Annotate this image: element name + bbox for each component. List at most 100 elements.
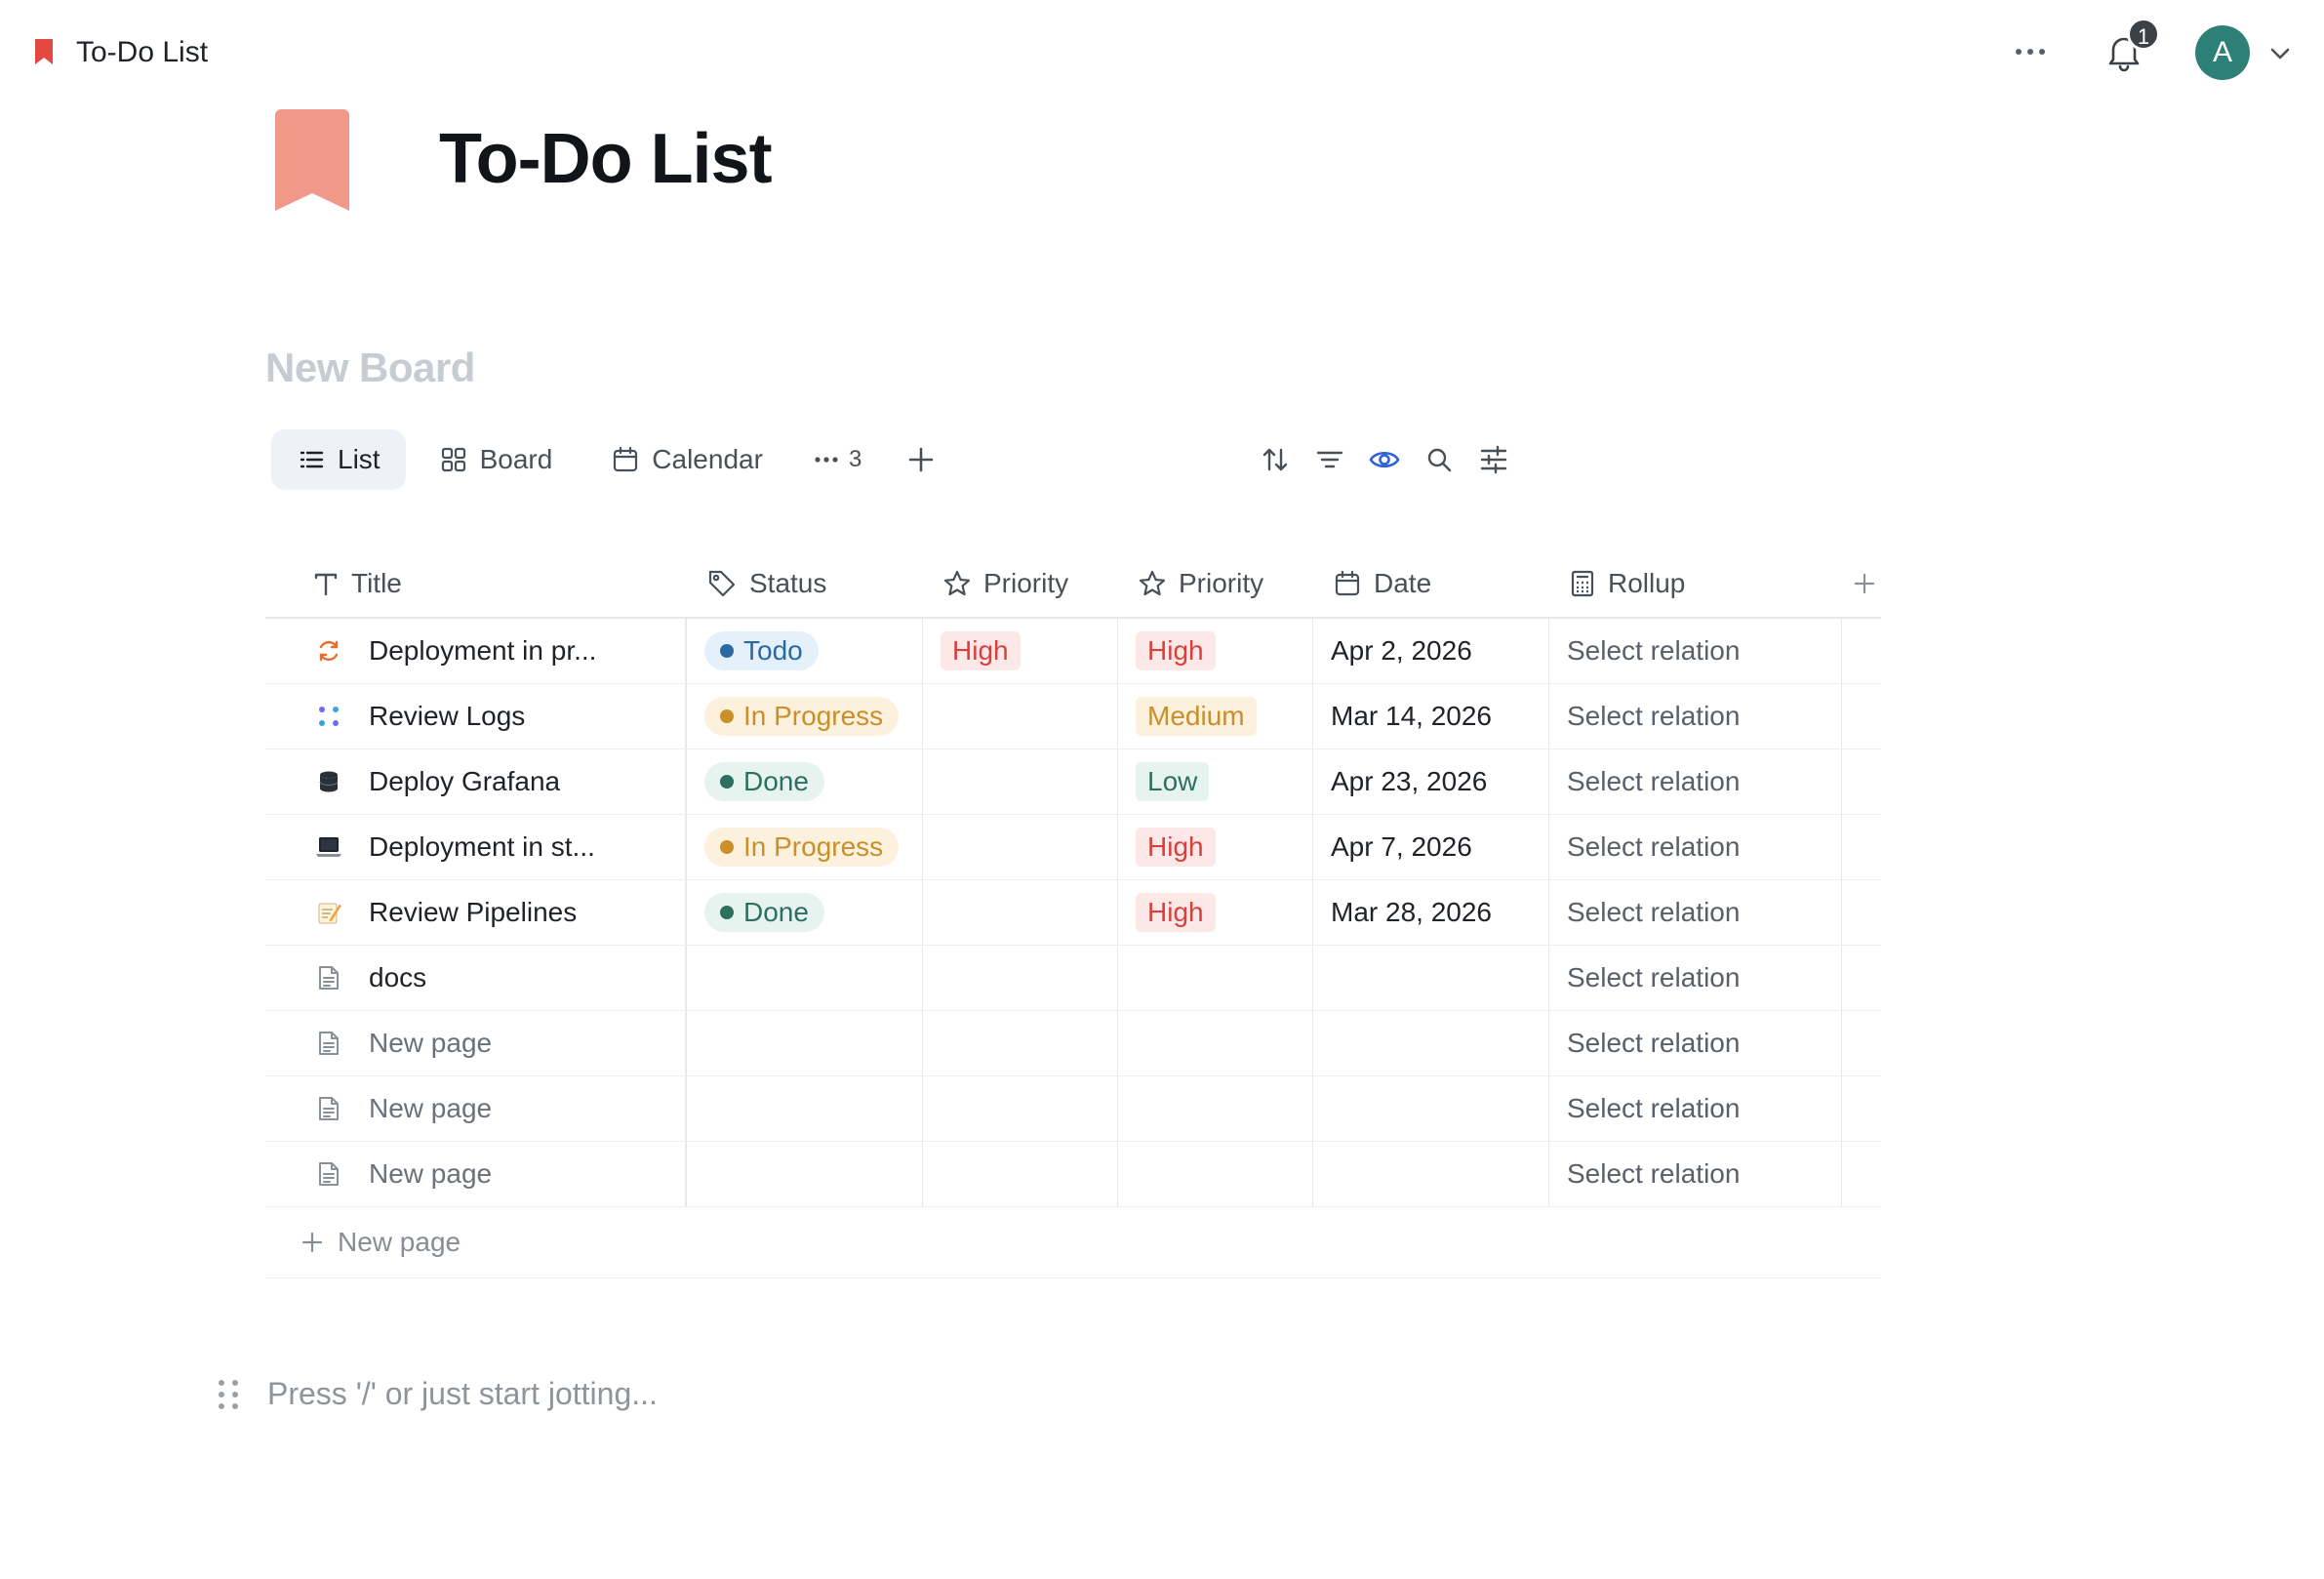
- chevron-down-icon[interactable]: [2264, 37, 2297, 70]
- status-cell[interactable]: [687, 1142, 923, 1206]
- priority-tag[interactable]: High: [941, 631, 1021, 670]
- select-relation-link[interactable]: Select relation: [1567, 766, 1740, 797]
- title-cell[interactable]: New page: [265, 1076, 687, 1141]
- search-button[interactable]: [1422, 443, 1456, 476]
- select-relation-link[interactable]: Select relation: [1567, 701, 1740, 732]
- table-row[interactable]: New page Select relation: [265, 1142, 1881, 1207]
- avatar[interactable]: A: [2195, 25, 2250, 80]
- status-cell[interactable]: [687, 946, 923, 1010]
- priority-cell[interactable]: High: [1118, 815, 1313, 879]
- tab-list[interactable]: List: [271, 429, 406, 490]
- select-relation-link[interactable]: Select relation: [1567, 831, 1740, 863]
- rollup-cell[interactable]: Select relation: [1549, 880, 1842, 945]
- status-cell[interactable]: Done: [687, 880, 923, 945]
- priority-cell[interactable]: [1118, 1011, 1313, 1075]
- priority-tag[interactable]: High: [1136, 631, 1216, 670]
- priority-cell[interactable]: [923, 684, 1118, 749]
- status-cell[interactable]: In Progress: [687, 815, 923, 879]
- status-cell[interactable]: In Progress: [687, 684, 923, 749]
- priority-cell[interactable]: High: [1118, 619, 1313, 683]
- sort-button[interactable]: [1259, 443, 1292, 476]
- priority-cell[interactable]: [1118, 946, 1313, 1010]
- title-cell[interactable]: docs: [265, 946, 687, 1010]
- priority-cell[interactable]: [1118, 1076, 1313, 1141]
- priority-cell[interactable]: [923, 1011, 1118, 1075]
- more-options-button[interactable]: [2008, 37, 2053, 66]
- rollup-cell[interactable]: Select relation: [1549, 749, 1842, 814]
- breadcrumb-title[interactable]: To-Do List: [76, 35, 208, 70]
- filter-button[interactable]: [1313, 443, 1346, 476]
- tab-board[interactable]: Board: [414, 429, 579, 490]
- rollup-cell[interactable]: Select relation: [1549, 1076, 1842, 1141]
- title-cell[interactable]: Deployment in pr...: [265, 619, 687, 683]
- date-cell[interactable]: [1313, 1011, 1549, 1075]
- date-cell[interactable]: Apr 23, 2026: [1313, 749, 1549, 814]
- status-badge[interactable]: Todo: [704, 631, 819, 670]
- priority-cell[interactable]: [923, 815, 1118, 879]
- select-relation-link[interactable]: Select relation: [1567, 1028, 1740, 1059]
- status-cell[interactable]: Done: [687, 749, 923, 814]
- select-relation-link[interactable]: Select relation: [1567, 962, 1740, 993]
- column-header-date[interactable]: Date: [1313, 550, 1549, 617]
- column-header-title[interactable]: Title: [265, 550, 687, 617]
- title-cell[interactable]: New page: [265, 1011, 687, 1075]
- rollup-cell[interactable]: Select relation: [1549, 815, 1842, 879]
- select-relation-link[interactable]: Select relation: [1567, 1093, 1740, 1124]
- page-title[interactable]: To-Do List: [439, 115, 773, 203]
- priority-cell[interactable]: [923, 1076, 1118, 1141]
- table-row[interactable]: Deployment in st... In Progress High Apr 7,…: [265, 815, 1881, 880]
- table-row[interactable]: docs Select relation: [265, 946, 1881, 1011]
- title-cell[interactable]: Review Pipelines: [265, 880, 687, 945]
- table-row[interactable]: Deployment in pr... Todo High High Apr 2, 20…: [265, 619, 1881, 684]
- more-views-button[interactable]: 3: [796, 429, 879, 490]
- status-badge[interactable]: Done: [704, 762, 824, 801]
- priority-tag[interactable]: Low: [1136, 762, 1210, 801]
- editor-block[interactable]: Press '/' or just start jotting...: [219, 1376, 658, 1412]
- select-relation-link[interactable]: Select relation: [1567, 1158, 1740, 1190]
- add-new-page-button[interactable]: New page: [265, 1207, 1881, 1278]
- priority-cell[interactable]: Medium: [1118, 684, 1313, 749]
- priority-tag[interactable]: Medium: [1136, 697, 1257, 736]
- priority-cell[interactable]: [1118, 1142, 1313, 1206]
- rollup-cell[interactable]: Select relation: [1549, 946, 1842, 1010]
- date-cell[interactable]: [1313, 1076, 1549, 1141]
- rollup-cell[interactable]: Select relation: [1549, 1142, 1842, 1206]
- priority-cell[interactable]: High: [923, 619, 1118, 683]
- column-header-status[interactable]: Status: [687, 550, 923, 617]
- title-cell[interactable]: Deploy Grafana: [265, 749, 687, 814]
- date-cell[interactable]: Mar 28, 2026: [1313, 880, 1549, 945]
- date-cell[interactable]: Mar 14, 2026: [1313, 684, 1549, 749]
- add-column-button[interactable]: [1848, 567, 1881, 600]
- priority-cell[interactable]: High: [1118, 880, 1313, 945]
- status-cell[interactable]: [687, 1011, 923, 1075]
- visibility-button[interactable]: [1368, 443, 1401, 476]
- drag-handle-icon[interactable]: [219, 1379, 240, 1409]
- column-header-priority[interactable]: Priority: [1118, 550, 1313, 617]
- table-row[interactable]: New page Select relation: [265, 1076, 1881, 1142]
- title-cell[interactable]: Review Logs: [265, 684, 687, 749]
- add-view-button[interactable]: [897, 435, 945, 484]
- date-cell[interactable]: [1313, 946, 1549, 1010]
- column-header-rollup[interactable]: Rollup: [1549, 550, 1842, 617]
- date-cell[interactable]: Apr 2, 2026: [1313, 619, 1549, 683]
- status-badge[interactable]: In Progress: [704, 697, 900, 736]
- priority-tag[interactable]: High: [1136, 828, 1216, 867]
- table-row[interactable]: Review Logs In Progress Medium Mar 14, 2026…: [265, 684, 1881, 749]
- rollup-cell[interactable]: Select relation: [1549, 619, 1842, 683]
- date-cell[interactable]: [1313, 1142, 1549, 1206]
- status-badge[interactable]: In Progress: [704, 828, 900, 867]
- priority-cell[interactable]: [923, 1142, 1118, 1206]
- rollup-cell[interactable]: Select relation: [1549, 684, 1842, 749]
- priority-cell[interactable]: [923, 946, 1118, 1010]
- table-row[interactable]: New page Select relation: [265, 1011, 1881, 1076]
- priority-tag[interactable]: High: [1136, 893, 1216, 932]
- priority-cell[interactable]: [923, 749, 1118, 814]
- priority-cell[interactable]: [923, 880, 1118, 945]
- status-cell[interactable]: Todo: [687, 619, 923, 683]
- date-cell[interactable]: Apr 7, 2026: [1313, 815, 1549, 879]
- board-name[interactable]: New Board: [265, 344, 475, 392]
- priority-cell[interactable]: Low: [1118, 749, 1313, 814]
- status-cell[interactable]: [687, 1076, 923, 1141]
- table-row[interactable]: Review Pipelines Done High Mar 28, 2026 Sele…: [265, 880, 1881, 946]
- title-cell[interactable]: Deployment in st...: [265, 815, 687, 879]
